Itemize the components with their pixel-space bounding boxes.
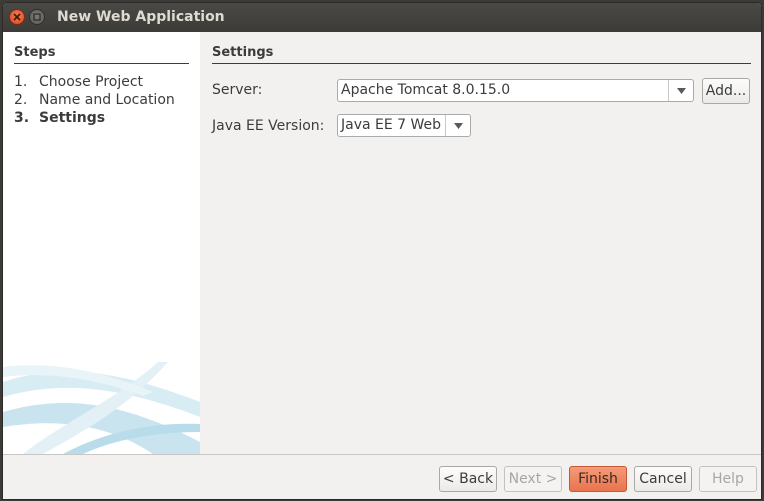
server-combobox[interactable]: Apache Tomcat 8.0.15.0 [337, 79, 694, 102]
window-title: New Web Application [57, 9, 225, 25]
back-button[interactable]: < Back [439, 466, 497, 492]
settings-divider [212, 63, 751, 64]
close-window-button[interactable] [9, 9, 25, 25]
step-label: Name and Location [39, 92, 175, 108]
step-label: Choose Project [39, 74, 144, 90]
step-number: 2. [14, 92, 28, 108]
finish-button[interactable]: Finish [569, 466, 627, 492]
footer-divider [3, 454, 761, 455]
new-web-application-dialog: New Web Application Steps 1. Choose Proje… [2, 2, 762, 500]
steps-title: Steps [14, 45, 56, 60]
java-ee-version-combobox[interactable]: Java EE 7 Web [337, 114, 471, 137]
add-server-button[interactable]: Add... [702, 78, 750, 104]
settings-title: Settings [212, 45, 274, 60]
decorative-swoosh-graphic [3, 362, 200, 454]
cancel-button[interactable]: Cancel [634, 466, 692, 492]
step-number: 3. [14, 110, 30, 126]
settings-panel: Settings Server: Apache Tomcat 8.0.15.0 … [200, 32, 761, 454]
chevron-down-icon [677, 88, 686, 94]
title-bar[interactable]: New Web Application [3, 3, 761, 32]
step-choose-project: 1. Choose Project [14, 74, 143, 90]
step-label: Settings [39, 110, 106, 126]
java-ee-version-value: Java EE 7 Web [341, 117, 442, 133]
close-icon [13, 13, 21, 21]
chevron-down-icon [454, 123, 463, 129]
server-value: Apache Tomcat 8.0.15.0 [341, 82, 511, 98]
steps-divider [14, 63, 189, 64]
minimize-icon [33, 13, 41, 21]
help-button[interactable]: Help [699, 466, 757, 492]
java-ee-version-label: Java EE Version: [212, 118, 325, 134]
next-button[interactable]: Next > [504, 466, 562, 492]
step-name-and-location: 2. Name and Location [14, 92, 175, 108]
server-label: Server: [212, 82, 263, 98]
step-settings: 3. Settings [14, 110, 105, 126]
step-number: 1. [14, 74, 28, 90]
java-ee-version-dropdown-button[interactable] [445, 115, 470, 136]
minimize-window-button[interactable] [29, 9, 45, 25]
steps-panel: Steps 1. Choose Project 2. Name and Locati… [3, 32, 200, 454]
server-dropdown-button[interactable] [668, 80, 693, 101]
